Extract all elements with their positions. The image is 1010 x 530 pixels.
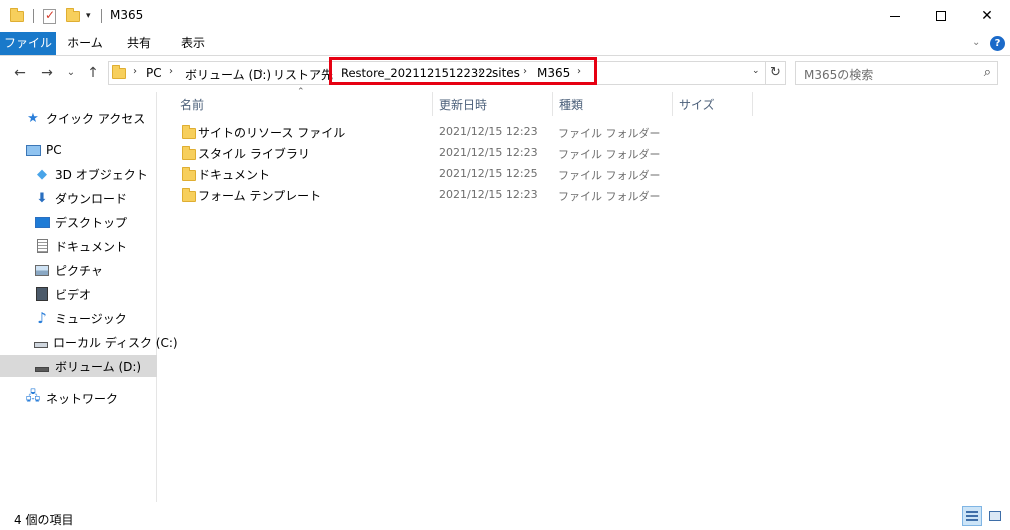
folder-icon: [182, 125, 196, 139]
download-icon: ⬇: [36, 190, 48, 206]
tab-file[interactable]: ファイル: [0, 32, 56, 55]
maximize-icon: [936, 11, 946, 21]
video-icon: [34, 286, 50, 302]
search-input[interactable]: M365の検索: [804, 66, 873, 83]
status-bar: 4 個の項目: [0, 505, 1010, 530]
file-name: ドキュメント: [198, 168, 271, 182]
folder-icon: [182, 146, 196, 160]
quick-access-divider: [33, 9, 34, 23]
breadcrumb-separator[interactable]: ›: [259, 66, 263, 77]
breadcrumb-separator[interactable]: ›: [133, 66, 137, 77]
table-row[interactable]: フォーム テンプレート 2021/12/15 12:23 ファイル フォルダー: [176, 184, 661, 205]
file-type: ファイル フォルダー: [558, 190, 661, 203]
star-icon: ★: [27, 110, 39, 126]
new-folder-icon[interactable]: [66, 7, 80, 24]
sidebar-item-quick-access[interactable]: ★ クイック アクセス: [0, 107, 157, 129]
document-icon: [34, 238, 50, 254]
folder-icon: [10, 7, 24, 24]
recent-locations-icon[interactable]: ⌄: [62, 64, 80, 82]
window-title: M365: [110, 8, 144, 22]
file-type: ファイル フォルダー: [558, 127, 661, 140]
address-history-dropdown-icon[interactable]: ⌄: [752, 66, 760, 76]
desktop-icon: [34, 214, 50, 230]
large-icons-view-icon: [989, 511, 1001, 521]
cube-icon: ◆: [37, 166, 47, 182]
breadcrumb-pc[interactable]: PC: [146, 66, 162, 80]
file-type: ファイル フォルダー: [558, 169, 661, 182]
column-header-modified[interactable]: 更新日時: [439, 96, 487, 114]
breadcrumb-separator[interactable]: ›: [169, 66, 173, 77]
table-row[interactable]: ドキュメント 2021/12/15 12:25 ファイル フォルダー: [176, 163, 661, 184]
help-icon[interactable]: ?: [990, 36, 1005, 51]
column-divider[interactable]: [552, 92, 553, 116]
forward-arrow-icon[interactable]: →: [38, 64, 56, 82]
navigation-pane: ★ クイック アクセス PC ◆ 3D オブジェクト ⬇ ダウンロード デスクト…: [0, 92, 178, 502]
address-folder-icon: [112, 65, 126, 79]
ribbon-tabs: ファイル ホーム 共有 表示 ⌄ ?: [0, 32, 1010, 56]
sidebar-item-downloads[interactable]: ⬇ ダウンロード: [0, 187, 157, 209]
sidebar-item-desktop[interactable]: デスクトップ: [0, 211, 157, 233]
details-view-icon: [966, 511, 978, 521]
breadcrumb-restore-target[interactable]: リストア先: [273, 66, 333, 83]
tab-view[interactable]: 表示: [166, 32, 220, 55]
details-view-button[interactable]: [962, 506, 982, 526]
large-icons-view-button[interactable]: [985, 506, 1005, 526]
folder-icon: [182, 167, 196, 181]
minimize-icon: [890, 15, 900, 17]
sidebar-item-pictures[interactable]: ピクチャ: [0, 259, 157, 281]
sidebar-item-3d-objects[interactable]: ◆ 3D オブジェクト: [0, 163, 157, 185]
refresh-icon[interactable]: ↻: [766, 61, 786, 85]
properties-icon[interactable]: [43, 8, 56, 24]
close-icon: ✕: [981, 8, 993, 24]
file-modified: 2021/12/15 12:23: [439, 146, 538, 159]
quick-access-dropdown-icon[interactable]: ▾: [86, 8, 91, 24]
search-box[interactable]: M365の検索 ⌕: [795, 61, 998, 85]
disk-icon: [34, 334, 48, 350]
ribbon-collapse-icon[interactable]: ⌄: [972, 37, 980, 48]
column-header-type[interactable]: 種類: [559, 96, 583, 114]
table-row[interactable]: サイトのリソース ファイル 2021/12/15 12:23 ファイル フォルダ…: [176, 121, 661, 142]
music-icon: ♪: [37, 309, 47, 327]
table-row[interactable]: スタイル ライブラリ 2021/12/15 12:23 ファイル フォルダー: [176, 142, 661, 163]
file-modified: 2021/12/15 12:25: [439, 167, 538, 180]
back-arrow-icon[interactable]: ←: [11, 64, 29, 82]
sidebar-item-network[interactable]: 🖧 ネットワーク: [0, 387, 157, 409]
path-highlight-annotation: [329, 57, 597, 85]
sort-ascending-icon: ⌃: [297, 87, 305, 97]
column-divider[interactable]: [752, 92, 753, 116]
tab-share[interactable]: 共有: [112, 32, 166, 55]
sidebar-item-music[interactable]: ♪ ミュージック: [0, 307, 157, 329]
column-divider[interactable]: [432, 92, 433, 116]
title-divider: [101, 9, 102, 23]
file-modified: 2021/12/15 12:23: [439, 125, 538, 138]
folder-icon: [182, 188, 196, 202]
search-icon[interactable]: ⌕: [984, 65, 991, 80]
file-name: フォーム テンプレート: [198, 189, 322, 203]
tab-home[interactable]: ホーム: [58, 32, 112, 55]
picture-icon: [34, 262, 50, 278]
sidebar-item-pc[interactable]: PC: [0, 139, 157, 161]
minimize-button[interactable]: [872, 0, 918, 32]
network-icon: 🖧: [25, 389, 41, 404]
title-bar: ▾ M365 ✕: [0, 0, 1010, 32]
drive-icon: [34, 358, 50, 374]
column-header-name[interactable]: 名前: [180, 96, 204, 114]
item-count: 4 個の項目: [14, 513, 74, 527]
sidebar-item-documents[interactable]: ドキュメント: [0, 235, 157, 257]
sidebar-item-local-disk-c[interactable]: ローカル ディスク (C:): [0, 331, 178, 353]
pc-icon: [25, 142, 41, 158]
file-name: スタイル ライブラリ: [198, 147, 310, 161]
maximize-button[interactable]: [918, 0, 964, 32]
up-arrow-icon[interactable]: ↑: [84, 64, 102, 82]
close-button[interactable]: ✕: [964, 0, 1010, 32]
file-name: サイトのリソース ファイル: [198, 126, 346, 140]
file-modified: 2021/12/15 12:23: [439, 188, 538, 201]
sidebar-item-videos[interactable]: ビデオ: [0, 283, 157, 305]
column-divider[interactable]: [672, 92, 673, 116]
column-header-size[interactable]: サイズ: [679, 96, 715, 114]
sidebar-item-volume-d[interactable]: ボリューム (D:): [0, 355, 157, 377]
file-type: ファイル フォルダー: [558, 148, 661, 161]
